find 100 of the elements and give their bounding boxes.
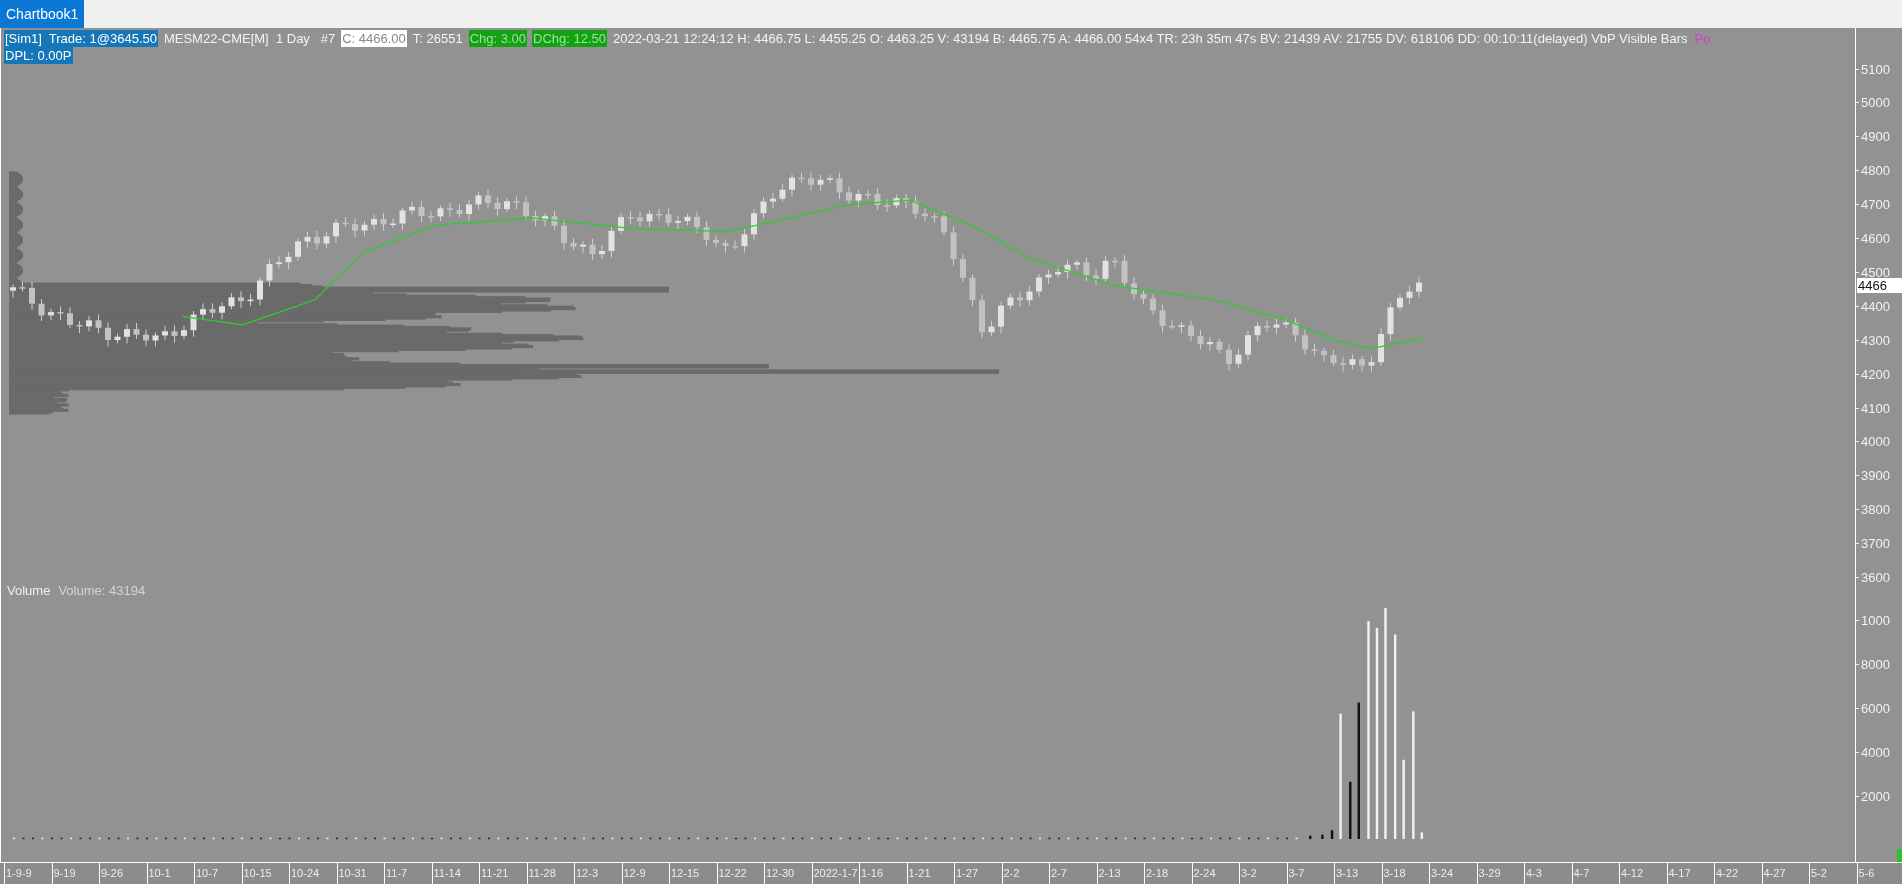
candlestick bbox=[580, 240, 586, 254]
candlestick bbox=[1026, 285, 1033, 307]
axis-label: 8000 bbox=[1861, 656, 1890, 672]
candlestick bbox=[257, 276, 263, 306]
chart-info-label: Po bbox=[1693, 30, 1712, 47]
candlestick bbox=[48, 308, 54, 321]
candlestick bbox=[304, 230, 311, 249]
axis-label: 2-7 bbox=[1049, 863, 1097, 884]
candlestick bbox=[618, 212, 624, 235]
candlestick bbox=[741, 228, 748, 254]
axis-label: 1-16 bbox=[859, 863, 907, 884]
axis-label: 3800 bbox=[1861, 502, 1890, 518]
candlestick bbox=[494, 196, 501, 217]
candlestick bbox=[190, 310, 197, 338]
candlestick bbox=[950, 225, 957, 267]
candlestick bbox=[238, 290, 244, 309]
axis-label: 4900 bbox=[1861, 129, 1890, 145]
candlestick bbox=[817, 174, 824, 192]
candlestick bbox=[285, 251, 292, 270]
chart-info-label: [Sim1] Trade: 1@3645.50 bbox=[4, 30, 158, 47]
candlestick bbox=[1036, 273, 1042, 298]
axis-label: 3-18 bbox=[1381, 863, 1429, 884]
candlestick bbox=[1007, 292, 1014, 310]
candlestick bbox=[1245, 330, 1251, 362]
candlestick bbox=[1140, 289, 1147, 305]
axis-label: 4000 bbox=[1861, 434, 1890, 450]
candlestick bbox=[76, 320, 83, 334]
axis-label: 10-24 bbox=[289, 863, 337, 884]
candlestick bbox=[124, 323, 130, 344]
axis-label: 2-24 bbox=[1191, 863, 1239, 884]
candlestick bbox=[447, 202, 453, 218]
chart-info-label: Chg: 3.00 bbox=[468, 30, 528, 47]
axis-label: 3600 bbox=[1861, 570, 1890, 585]
candlestick bbox=[722, 238, 729, 254]
candlestick bbox=[523, 195, 529, 222]
candlestick bbox=[1311, 343, 1318, 357]
candlestick bbox=[551, 210, 558, 231]
candlestick bbox=[418, 200, 425, 223]
candlestick bbox=[162, 325, 168, 341]
candlestick bbox=[855, 189, 862, 208]
axis-label: 2-2 bbox=[1001, 863, 1049, 884]
axis-label: 12-22 bbox=[716, 863, 764, 884]
candlestick bbox=[57, 305, 64, 321]
candlestick bbox=[589, 238, 596, 261]
candlestick bbox=[637, 211, 643, 227]
candlestick bbox=[95, 313, 102, 334]
candlestick bbox=[361, 220, 368, 237]
candlestick bbox=[1416, 276, 1422, 298]
candlestick bbox=[228, 292, 235, 310]
candlestick bbox=[409, 201, 415, 216]
candlestick bbox=[1083, 256, 1090, 282]
candlestick bbox=[504, 197, 510, 213]
axis-label: 9-19 bbox=[51, 863, 99, 884]
candlestick bbox=[1273, 318, 1280, 335]
candlestick bbox=[1197, 329, 1204, 350]
axis-label: 3700 bbox=[1861, 536, 1890, 552]
candlestick bbox=[380, 212, 387, 232]
candlestick bbox=[1131, 276, 1137, 301]
candlestick bbox=[836, 172, 843, 200]
candlestick bbox=[665, 207, 672, 227]
candlestick bbox=[1178, 321, 1185, 334]
axis-label: 4-22 bbox=[1714, 863, 1762, 884]
axis-label: 5000 bbox=[1861, 95, 1890, 111]
candlestick bbox=[1064, 259, 1071, 280]
candlestick bbox=[86, 315, 92, 332]
candlestick bbox=[1226, 343, 1232, 372]
axis-label: 4400 bbox=[1861, 298, 1890, 314]
candlestick bbox=[105, 321, 111, 347]
candlestick bbox=[884, 198, 890, 213]
chartbook-tab[interactable]: Chartbook1 bbox=[0, 0, 85, 28]
candlestick bbox=[988, 320, 995, 337]
candlestick bbox=[865, 189, 871, 201]
axis-label: 10-7 bbox=[194, 863, 242, 884]
candlestick bbox=[779, 183, 786, 203]
candlestick bbox=[1121, 254, 1128, 288]
axis-label: 4300 bbox=[1861, 332, 1890, 348]
candlestick bbox=[371, 213, 377, 231]
candlestick bbox=[789, 174, 795, 197]
candlestick bbox=[1349, 353, 1356, 370]
candlestick bbox=[684, 213, 691, 226]
candlestick bbox=[1055, 265, 1061, 278]
last-price-label: 4466 bbox=[1857, 277, 1902, 293]
axis-label: 4000 bbox=[1861, 744, 1890, 760]
axis-label: 5-2 bbox=[1809, 863, 1857, 884]
candlestick bbox=[646, 210, 653, 228]
candlestick bbox=[333, 218, 339, 244]
candlestick bbox=[352, 217, 358, 238]
candlestick bbox=[542, 212, 548, 228]
axis-label: 2000 bbox=[1861, 788, 1890, 804]
axis-label: 1-9-9 bbox=[4, 863, 52, 884]
axis-label: 11-21 bbox=[479, 863, 527, 884]
candlestick bbox=[570, 237, 577, 251]
chart-info-label: T: 26551 bbox=[411, 30, 464, 47]
candlestick bbox=[827, 174, 833, 185]
candlestick bbox=[1216, 338, 1223, 354]
candlestick bbox=[599, 244, 605, 260]
axis-label: 11-28 bbox=[526, 863, 574, 884]
axis-label: 4-12 bbox=[1619, 863, 1667, 884]
candlestick bbox=[314, 230, 320, 250]
axis-label: 3-13 bbox=[1334, 863, 1382, 884]
